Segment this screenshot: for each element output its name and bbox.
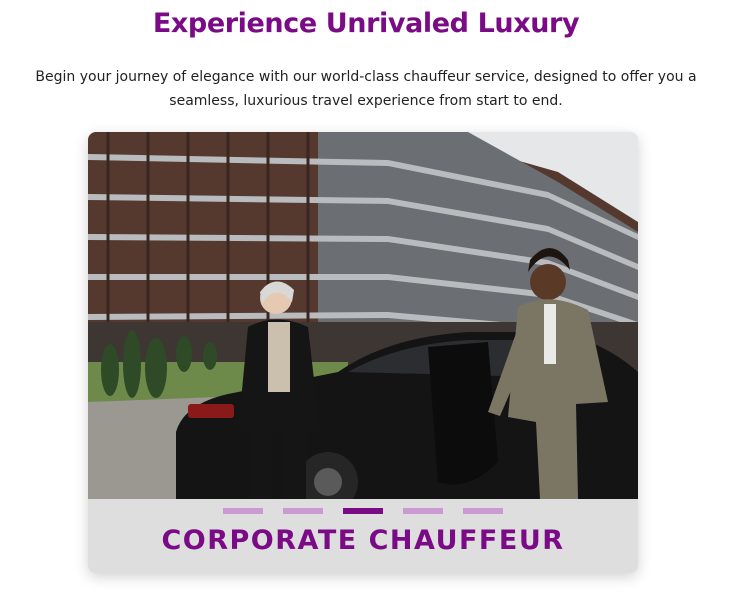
service-carousel: CORPORATE CHAUFFEUR — [88, 132, 638, 573]
page: Experience Unrivaled Luxury Begin your j… — [0, 0, 732, 598]
carousel-indicator-1[interactable] — [223, 508, 263, 514]
carousel-indicator-2[interactable] — [283, 508, 323, 514]
slide-image — [88, 132, 638, 499]
carousel-indicator-5[interactable] — [463, 508, 503, 514]
slide-caption: CORPORATE CHAUFFEUR — [161, 525, 565, 556]
carousel-indicator-4[interactable] — [403, 508, 443, 514]
page-title: Experience Unrivaled Luxury — [152, 8, 580, 39]
carousel-indicator-3[interactable] — [343, 508, 383, 514]
carousel-indicators — [223, 508, 503, 514]
intro-text: Begin your journey of elegance with our … — [35, 69, 697, 109]
